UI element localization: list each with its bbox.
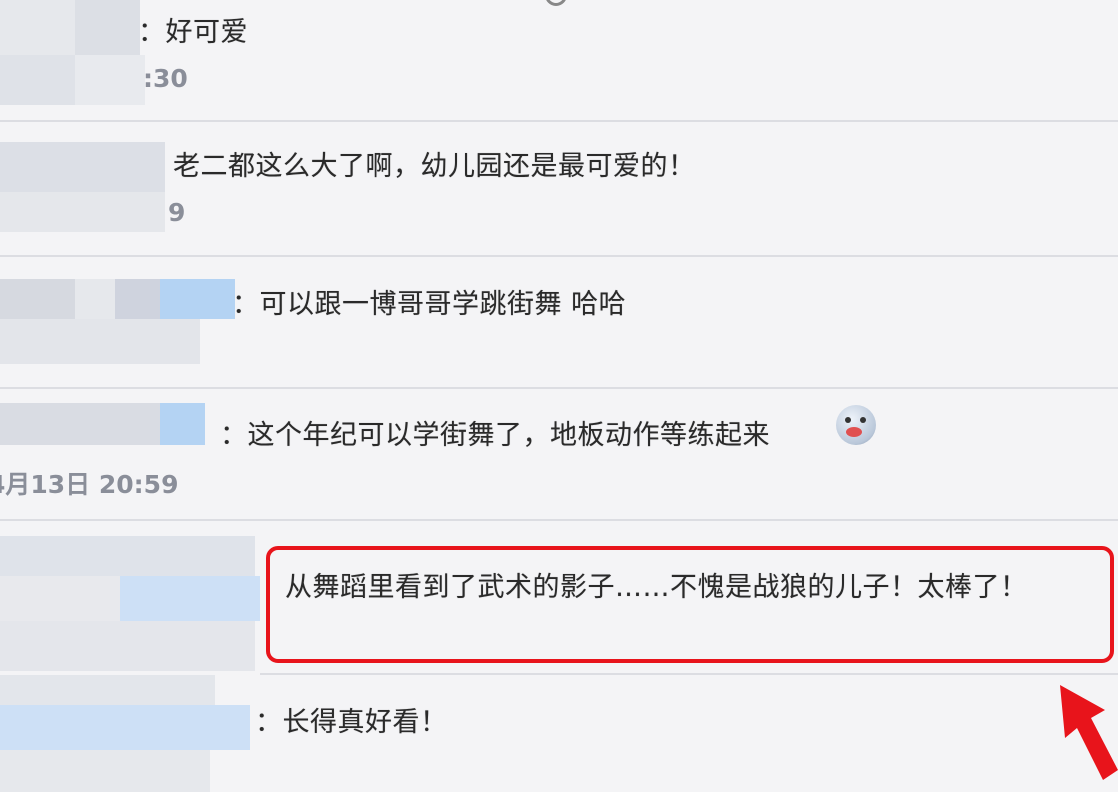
comment-text: 老二都这么大了啊，幼儿园还是最可爱的！: [173, 151, 696, 182]
avatar: [0, 257, 240, 382]
avatar: [0, 536, 260, 671]
comment-text: ：可以跟一博哥哥学跳街舞 哈哈: [232, 289, 627, 320]
comment-item: 老二都这么大了啊，幼儿园还是最可爱的！ 9: [0, 122, 1118, 255]
avatar: [0, 0, 150, 110]
comment-item: ：可以跟一博哥哥学跳街舞 哈哈: [0, 257, 1118, 387]
comment-item: ：长得真好看！: [0, 675, 1118, 792]
avatar: [0, 675, 260, 792]
laughing-emoji-icon: [836, 405, 876, 445]
comment-timestamp: 9: [168, 198, 186, 227]
avatar: [0, 389, 240, 449]
comment-text: ：好可爱: [138, 17, 248, 48]
comment-item: ：这个年纪可以学街舞了，地板动作等练起来 4月13日 20:59: [0, 389, 1118, 519]
comment-timestamp: :30: [143, 64, 188, 93]
comment-text: ：长得真好看！: [255, 707, 448, 738]
comment-timestamp: 4月13日 20:59: [0, 470, 179, 499]
red-arrow-icon: [1060, 685, 1118, 780]
avatar: [0, 122, 170, 247]
comment-text: 从舞蹈里看到了武术的影子……不愧是战狼的儿子！太棒了！: [285, 572, 1028, 603]
highlight-box: [266, 546, 1114, 663]
comment-text: ：这个年纪可以学街舞了，地板动作等练起来: [220, 420, 770, 451]
comment-item: ：好可爱 :30: [0, 0, 1118, 120]
